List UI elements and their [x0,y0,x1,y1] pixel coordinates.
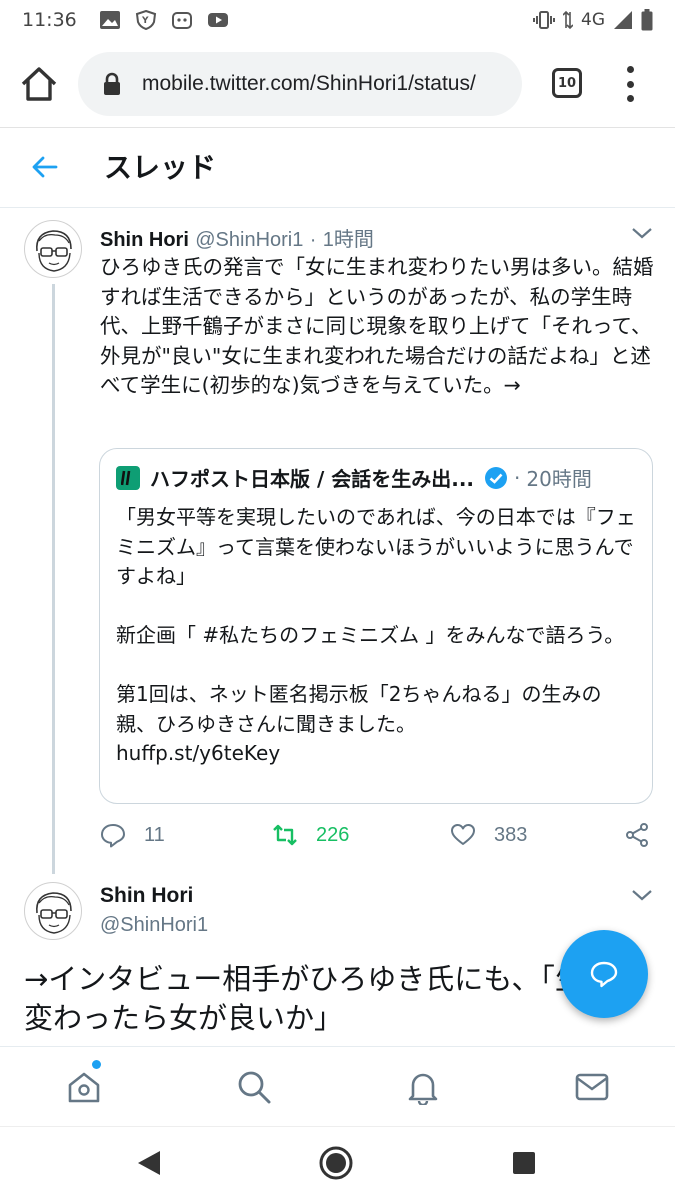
vibrate-icon [533,11,555,29]
tweet-time[interactable]: 1時間 [323,229,374,251]
page-title: スレッド [104,151,217,184]
compose-button[interactable] [560,930,648,1018]
notifications-tab-icon[interactable] [405,1069,441,1105]
reply-button[interactable]: 11 [100,822,165,848]
address-bar[interactable]: mobile.twitter.com/ShinHori1/status/ [78,52,522,116]
retweet-button[interactable]: 226 [272,822,349,848]
bottom-tab-bar [0,1046,675,1126]
back-nav-icon[interactable] [130,1145,166,1181]
gallery-icon [99,11,120,29]
avatar[interactable] [24,882,82,940]
author-name[interactable]: Shin Hori [100,884,193,908]
system-icons: 4G [533,9,653,31]
avatar-sketch-icon [36,230,72,272]
search-tab-icon[interactable] [236,1069,272,1105]
url-text: mobile.twitter.com/ShinHori1/status/ [142,72,476,95]
page-header: スレッド [0,128,675,208]
notification-icons: Y [99,10,229,30]
app-face-icon [171,12,192,29]
browser-toolbar: mobile.twitter.com/ShinHori1/status/ 10 [0,40,675,128]
verified-badge-icon [485,466,508,489]
author-handle[interactable]: @ShinHori1 [195,229,303,251]
messages-tab-icon[interactable] [574,1069,610,1105]
overflow-menu-icon[interactable] [620,66,640,102]
author-name[interactable]: Shin Hori [100,229,189,251]
tweet-text: ひろゆき氏の発言で「女に生まれ変わりたい男は多い。結婚すれば生活できるから」とい… [100,255,654,397]
status-time: 11:36 [22,9,77,31]
system-navigation-bar [0,1126,675,1200]
recents-nav-icon[interactable] [506,1145,542,1181]
avatar-sketch-icon [36,892,72,934]
share-button[interactable] [624,822,650,848]
home-icon[interactable] [18,63,60,105]
notification-dot [92,1060,101,1069]
avatar[interactable] [24,220,82,278]
tweet-header: Shin Hori @ShinHori1 · 1時間 [100,223,374,252]
status-bar: 11:36 Y 4G [0,0,675,40]
retweet-icon [273,824,297,846]
retweet-count: 226 [316,823,350,846]
thread-connector-line [52,284,55,874]
tab-switcher-button[interactable]: 10 [552,68,582,98]
quoted-tweet-header: ハフポスト日本版 / 会話を生み出... · 20時間 [116,463,592,492]
shield-yahoo-icon: Y [135,10,156,30]
youtube-icon [207,13,228,27]
lock-icon [104,72,120,95]
reply-icon [101,824,125,848]
signal-icon [614,11,632,29]
heart-icon [451,824,475,845]
like-count: 383 [494,823,528,846]
tweet-actions: 11 226 383 [100,822,660,862]
home-nav-icon[interactable] [318,1145,354,1181]
compose-bubble-icon [590,961,618,988]
separator-dot: · [309,229,317,251]
screen: 11:36 Y 4G mobile.twitter.com/ShinHori1/… [0,0,675,1200]
quoted-tweet[interactable]: ハフポスト日本版 / 会話を生み出... · 20時間 「男女平等を実現したいの… [99,448,653,804]
svg-text:Y: Y [141,16,149,26]
quoted-tweet-time: 20時間 [526,467,592,491]
reply-count: 11 [144,823,165,846]
quoted-author-name: ハフポスト日本版 / 会話を生み出... [150,467,475,491]
network-type: 4G [581,10,605,30]
author-handle[interactable]: @ShinHori1 [100,914,208,937]
quoted-tweet-text: 「男女平等を実現したいのであれば、今の日本では『フェミニズム』って言葉を使わない… [116,505,636,765]
separator-dot: · [514,465,521,490]
chevron-down-icon[interactable] [631,888,653,902]
share-icon [626,823,648,847]
chevron-down-icon[interactable] [631,226,653,240]
like-button[interactable]: 383 [450,822,527,848]
huffpost-logo-icon [116,465,140,490]
battery-icon [641,9,653,31]
data-arrows-icon [563,10,573,30]
back-arrow-icon[interactable] [30,152,60,182]
home-tab-icon[interactable] [66,1069,102,1105]
